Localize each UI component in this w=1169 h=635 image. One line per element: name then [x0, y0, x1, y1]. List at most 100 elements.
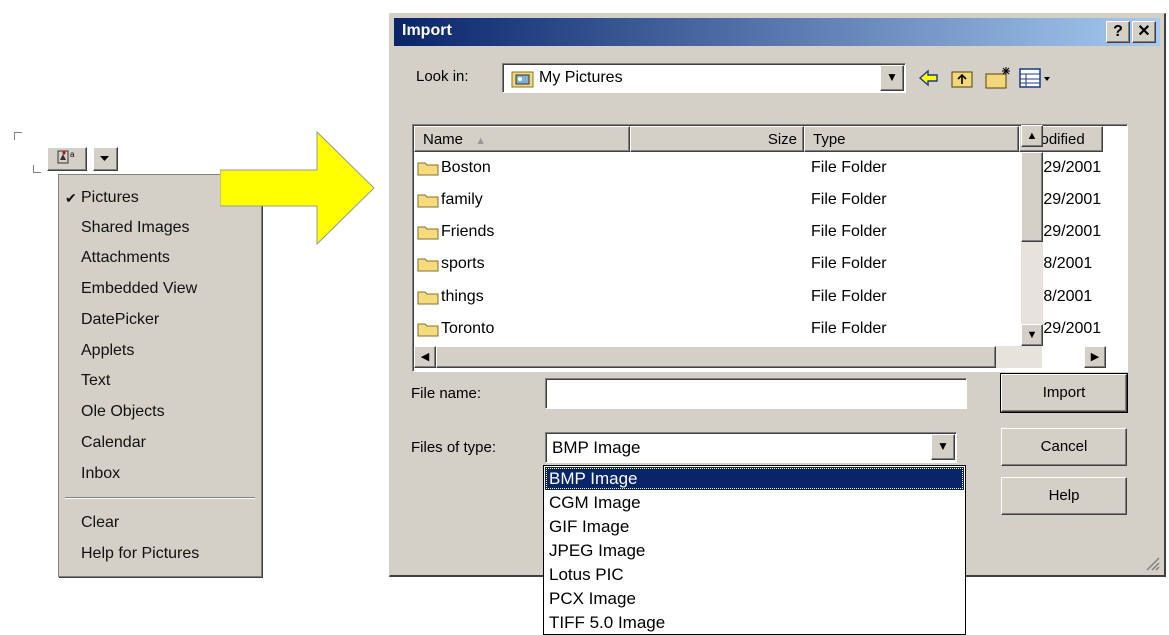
files-of-type-dropdown-button[interactable]: ▼: [931, 434, 955, 460]
folder-icon: [417, 194, 439, 208]
toolbar-corner-mark: [33, 165, 41, 173]
menu-item-text[interactable]: Text: [59, 366, 259, 396]
menu-item-label: Text: [81, 372, 111, 389]
svg-text:a: a: [70, 150, 75, 159]
new-folder-icon[interactable]: [984, 65, 1012, 89]
vertical-scrollbar[interactable]: ▲ ▼: [1021, 125, 1043, 346]
menu-separator: [65, 497, 255, 499]
menu-item-help-for-pictures[interactable]: Help for Pictures: [59, 539, 259, 569]
resize-grip-icon[interactable]: [1144, 555, 1160, 571]
toolbar-dropdown-button[interactable]: [93, 147, 118, 171]
chevron-down-icon: ▼: [1026, 329, 1038, 341]
menu-item-clear[interactable]: Clear: [59, 508, 259, 538]
chevron-up-icon: ▲: [1026, 130, 1038, 142]
file-list[interactable]: Name ▲ Size Type Modified Boston File Fol…: [412, 124, 1128, 372]
look-in-value: My Pictures: [539, 69, 623, 86]
menu-item-label: DatePicker: [81, 311, 160, 328]
column-header-name[interactable]: Name ▲: [414, 126, 630, 152]
horizontal-scrollbar[interactable]: ◀ ▶: [414, 346, 1106, 368]
file-type-option[interactable]: Lotus PIC: [545, 563, 964, 586]
my-pictures-folder-icon: [511, 71, 534, 88]
close-button[interactable]: ✕: [1132, 21, 1156, 43]
files-of-type-dropdown-list[interactable]: BMP Image CGM Image GIF Image JPEG Image Lot…: [543, 465, 966, 635]
file-size-cell: [630, 184, 798, 215]
scroll-left-button[interactable]: ◀: [414, 346, 436, 368]
menu-item-attachments[interactable]: Attachments: [59, 243, 259, 273]
import-button[interactable]: Import: [1000, 373, 1128, 413]
file-type-cell: File Folder: [811, 191, 887, 208]
menu-item-datepicker[interactable]: DatePicker: [59, 305, 259, 335]
menu-item-ole-objects[interactable]: Ole Objects: [59, 397, 259, 427]
file-type-option[interactable]: BMP Image: [545, 467, 964, 490]
file-size-cell: [630, 281, 798, 312]
toolbar-corner-mark: [14, 132, 22, 140]
menu-item-inbox[interactable]: Inbox: [59, 459, 259, 489]
cancel-button[interactable]: Cancel: [1001, 428, 1127, 466]
menu-item-applets[interactable]: Applets: [59, 336, 259, 366]
file-type-cell: File Folder: [811, 288, 887, 305]
file-type-cell: File Folder: [811, 223, 887, 240]
column-header-size[interactable]: Size: [630, 126, 804, 152]
file-type-option[interactable]: PCX Image: [545, 587, 964, 610]
scroll-right-button[interactable]: ▶: [1084, 346, 1106, 368]
column-header-type[interactable]: Type: [804, 126, 1019, 152]
folder-icon: [417, 162, 439, 176]
file-name-cell: Friends: [441, 223, 495, 240]
file-size-cell: [630, 216, 798, 247]
help-button[interactable]: Help: [1001, 477, 1127, 515]
sort-ascending-icon: ▲: [475, 135, 487, 147]
menu-item-label: Inbox: [81, 465, 121, 482]
menu-item-label: Attachments: [81, 249, 170, 266]
scroll-up-button[interactable]: ▲: [1021, 125, 1043, 147]
menu-item-label: Shared Images: [81, 219, 190, 236]
look-in-label: Look in:: [416, 68, 469, 85]
menu-item-label: Pictures: [81, 189, 139, 206]
help-title-button[interactable]: ?: [1106, 21, 1130, 43]
chevron-right-icon: ▶: [1090, 351, 1100, 363]
menu-item-embedded-view[interactable]: Embedded View: [59, 274, 259, 304]
file-type-cell: File Folder: [811, 320, 887, 337]
file-type-option[interactable]: TIFF 5.0 Image: [545, 611, 964, 634]
file-type-option[interactable]: CGM Image: [545, 491, 964, 514]
look-in-combobox[interactable]: My Pictures ▼: [502, 63, 906, 93]
help-button-label: Help: [1048, 487, 1080, 504]
menu-item-label: Applets: [81, 342, 135, 359]
file-size-cell: [630, 248, 798, 279]
file-name-label: File name:: [411, 385, 482, 402]
file-name-cell: things: [441, 288, 484, 305]
file-type-cell: File Folder: [811, 255, 887, 272]
pictures-control-icon: a: [57, 150, 75, 164]
dialog-title: Import: [402, 22, 452, 39]
view-menu-icon[interactable]: [1018, 66, 1052, 90]
menu-item-calendar[interactable]: Calendar: [59, 428, 259, 458]
pictures-control-button[interactable]: a: [47, 147, 87, 171]
right-arrow-icon: [220, 130, 375, 246]
checkmark-icon: ✔: [65, 190, 77, 206]
import-button-label: Import: [1042, 384, 1086, 401]
scroll-down-button[interactable]: ▼: [1021, 324, 1043, 346]
scroll-thumb[interactable]: [436, 346, 996, 368]
back-arrow-icon[interactable]: [917, 67, 941, 89]
folder-icon: [417, 291, 439, 305]
look-in-dropdown-button[interactable]: ▼: [880, 65, 904, 91]
chevron-down-icon: ▼: [937, 439, 949, 453]
menu-item-label: Help for Pictures: [81, 545, 200, 562]
file-name-cell: Toronto: [441, 320, 495, 337]
file-type-option[interactable]: JPEG Image: [545, 539, 964, 562]
up-folder-icon[interactable]: [950, 67, 974, 89]
chevron-down-icon: [100, 156, 109, 161]
files-of-type-label: Files of type:: [411, 439, 497, 456]
folder-icon: [417, 323, 439, 337]
scroll-thumb[interactable]: [1021, 152, 1043, 242]
menu-item-label: Calendar: [81, 434, 146, 451]
title-bar[interactable]: Import ? ✕: [394, 18, 1160, 46]
files-of-type-combobox[interactable]: BMP Image ▼: [545, 432, 957, 463]
file-name-cell: Boston: [441, 159, 491, 176]
file-size-cell: [630, 152, 798, 183]
file-name-input[interactable]: [545, 378, 967, 409]
file-name-cell: sports: [441, 255, 485, 272]
file-size-cell: [630, 313, 798, 344]
chevron-down-icon: ▼: [886, 70, 898, 84]
file-type-option[interactable]: GIF Image: [545, 515, 964, 538]
column-header-label: Name: [423, 131, 464, 148]
